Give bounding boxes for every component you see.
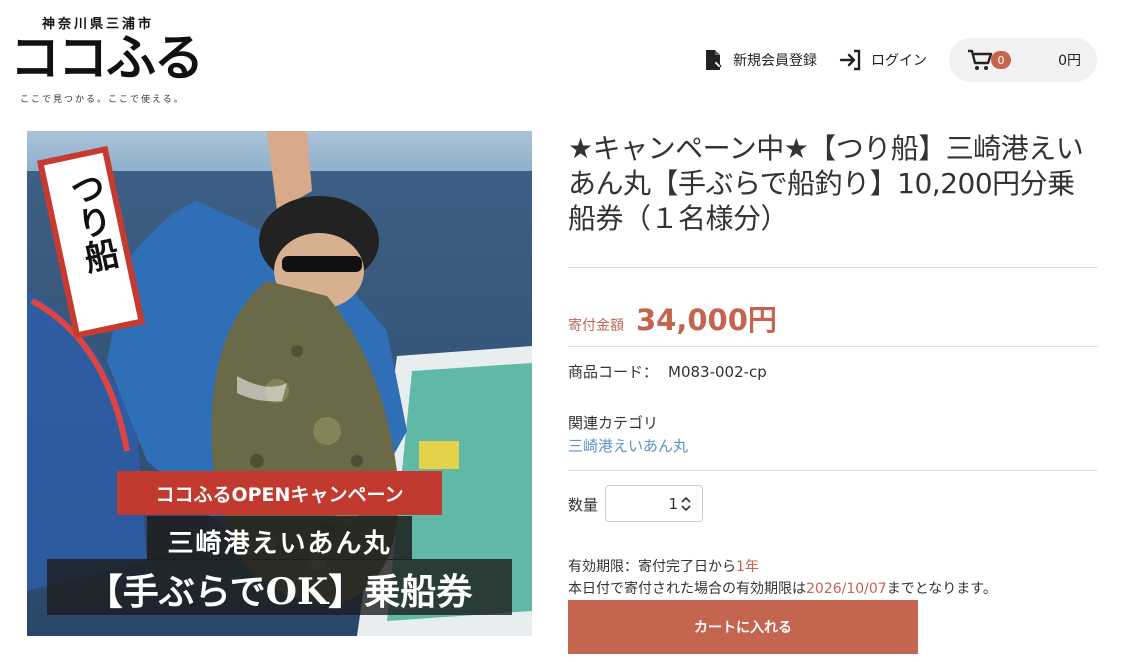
login-label: ログイン [871,53,927,69]
expiry-date: 2026/10/07 [806,581,887,597]
login-icon [839,48,863,72]
price-row: 寄付金額 34,000円 [568,297,777,339]
product-details: ★キャンペーン中★【つり船】三崎港えいあん丸【手ぶらで船釣り】10,200円分乗… [568,131,1098,654]
quantity-label: 数量 [568,496,599,514]
category-link[interactable]: 三崎港えいあん丸 [568,435,688,456]
image-campaign-text: ココふるOPENキャンペーン [155,484,404,506]
expiry-note-suffix: までとなります。 [886,581,997,597]
register-link[interactable]: 新規会員登録 [701,48,817,72]
price-label: 寄付金額 [568,318,624,334]
cart-button[interactable]: 0 0円 [949,38,1097,82]
logo-tagline: ここで見つかる。ここで使える。 [20,95,185,105]
image-boat-name: 三崎港えいあん丸 [167,529,392,559]
login-link[interactable]: ログイン [839,48,927,72]
cart-icon [967,48,993,72]
category-label: 関連カテゴリ [568,414,659,432]
add-to-cart-button[interactable]: カートに入れる [568,600,918,654]
divider [568,470,1098,471]
product-code-value: M083-002-cp [668,363,767,381]
expiry-period: 1年 [736,559,759,575]
product-image[interactable]: つり船 ココふるOPENキャンペーン 三崎港えいあん丸 【手ぶらでOK】乗船券 [27,131,532,636]
expiry-line-1: 有効期限：寄付完了日から1年 [568,556,759,576]
cart-count-badge: 0 [991,51,1011,69]
logo-name: ココふる [10,29,204,87]
register-icon [701,48,725,72]
product-title: ★キャンペーン中★【つり船】三崎港えいあん丸【手ぶらで船釣り】10,200円分乗… [568,132,1084,235]
product-code-label: 商品コード： [568,363,659,381]
expiry-prefix: 有効期限：寄付完了日から [568,559,736,575]
cart-total: 0円 [1058,53,1081,69]
divider [568,267,1098,268]
divider [568,346,1098,347]
product-code-row: 商品コード： M083-002-cp [568,361,767,382]
price-value: 34,000円 [636,303,777,337]
header-nav: 新規会員登録 ログイン 0 0円 [701,38,1097,82]
expiry-line-2: 本日付で寄付された場合の有効期限は2026/10/07までとなります。 [568,578,997,598]
stepper-arrows-icon[interactable] [680,495,692,513]
expiry-note-prefix: 本日付で寄付された場合の有効期限は [568,581,806,597]
register-label: 新規会員登録 [733,53,817,69]
image-ticket-text: 【手ぶらでOK】乗船券 [86,571,473,613]
site-logo[interactable]: 神奈川県三浦市 ココふる ここで見つかる。ここで使える。 [10,10,220,106]
